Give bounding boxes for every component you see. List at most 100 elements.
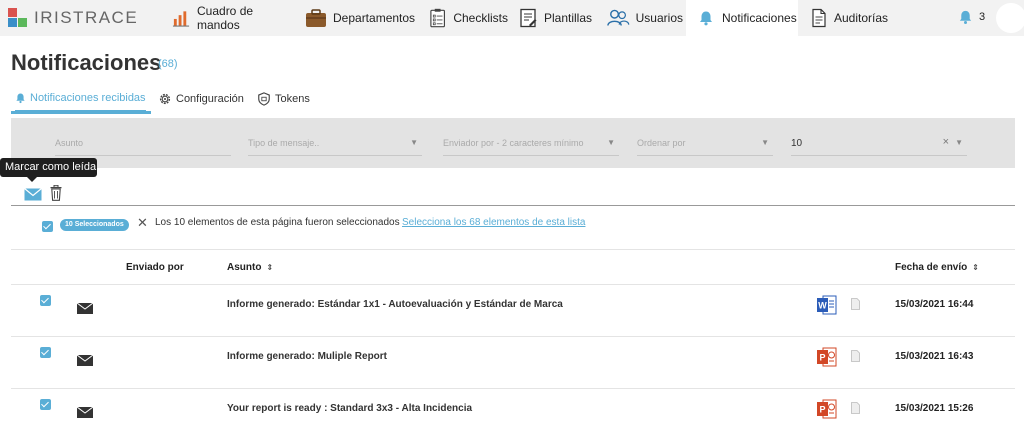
attachment-icon[interactable] <box>851 350 860 362</box>
row-subject: Informe generado: Estándar 1x1 - Autoeva… <box>227 299 563 310</box>
envelope-icon <box>77 407 93 418</box>
row-date: 15/03/2021 16:43 <box>895 351 974 362</box>
page-title: Notificaciones <box>11 50 162 75</box>
order-by-placeholder: Ordenar por <box>637 138 686 148</box>
bell-icon <box>959 10 972 24</box>
filter-bar: Asunto Tipo de mensaje.. ▼ Enviador por … <box>11 118 1015 168</box>
sort-icon[interactable]: ⇕ <box>266 263 273 272</box>
page-size-value: 10 <box>791 138 803 149</box>
subject-filter-input[interactable]: Asunto <box>55 130 231 156</box>
table-row[interactable]: Informe generado: Muliple Report P 15/03… <box>11 336 1015 388</box>
nav-item-label: Cuadro de mandos <box>197 4 254 32</box>
nav-item-label: Auditorías <box>834 11 889 25</box>
attachment-icon[interactable] <box>851 298 860 310</box>
chevron-down-icon: ▼ <box>410 138 418 147</box>
notification-count: 3 <box>979 11 986 23</box>
column-header-label: Enviado por <box>126 262 184 273</box>
row-checkbox[interactable] <box>40 399 51 410</box>
bell-icon <box>700 11 712 26</box>
avatar[interactable] <box>996 3 1024 33</box>
nav-item-label: Plantillas <box>544 11 593 25</box>
order-by-select[interactable]: Ordenar por ▼ <box>637 130 773 156</box>
attachment-icon[interactable] <box>851 402 860 414</box>
row-subject: Informe generado: Muliple Report <box>227 351 388 362</box>
chevron-down-icon: ▼ <box>607 138 615 147</box>
template-icon <box>520 8 537 28</box>
word-file-icon[interactable]: W <box>817 294 837 316</box>
nav-item-auditorias[interactable]: Auditorías <box>806 0 896 36</box>
row-subject: Your report is ready : Standard 3x3 - Al… <box>227 403 473 414</box>
tab-label: Configuración <box>176 93 244 105</box>
bell-icon <box>16 93 25 104</box>
page-count: (68) <box>158 58 178 70</box>
message-type-select[interactable]: Tipo de mensaje.. ▼ <box>248 130 422 156</box>
tab-label: Notificaciones recibidas <box>30 92 146 104</box>
nav-item-label: Usuarios <box>635 11 683 25</box>
selection-message: Los 10 elementos de esta página fueron s… <box>155 217 400 228</box>
sender-filter-placeholder: Enviador por - 2 caracteres mínimo <box>443 138 584 148</box>
logo-text: IRISTRACE <box>34 8 139 27</box>
column-header-subject[interactable]: Asunto ⇕ <box>227 262 273 273</box>
active-tab-indicator <box>11 111 151 114</box>
nav-item-checklists[interactable]: Checklists <box>424 0 508 36</box>
tooltip: Marcar como leída <box>0 158 97 177</box>
users-icon <box>607 9 630 26</box>
row-date: 15/03/2021 15:26 <box>895 403 974 414</box>
nav-item-label: Departamentos <box>333 11 416 25</box>
message-type-placeholder: Tipo de mensaje.. <box>248 138 320 148</box>
briefcase-icon <box>306 9 326 27</box>
column-header-sender: Enviado por <box>126 262 184 273</box>
nav-item-cuadro-de-mandos[interactable]: Cuadro de mandos <box>166 0 294 36</box>
nav-item-label: Checklists <box>453 11 508 25</box>
divider <box>11 249 1015 250</box>
powerpoint-file-icon[interactable]: P <box>817 346 837 368</box>
envelope-icon <box>77 303 93 314</box>
tab-label: Tokens <box>275 93 310 105</box>
sender-filter-select[interactable]: Enviador por - 2 caracteres mínimo ▼ <box>443 130 619 156</box>
row-checkbox[interactable] <box>40 347 51 358</box>
subject-filter-placeholder: Asunto <box>55 138 84 148</box>
svg-text:W: W <box>818 301 827 311</box>
nav-item-departamentos[interactable]: Departamentos <box>300 0 416 36</box>
logo[interactable]: IRISTRACE <box>8 7 138 29</box>
chevron-down-icon: ▼ <box>955 138 963 147</box>
top-navbar: IRISTRACE Cuadro de mandos Departamentos <box>0 0 1024 36</box>
notifications-button[interactable]: 3 <box>958 9 985 25</box>
divider <box>11 205 1015 206</box>
select-all-checkbox[interactable] <box>42 221 53 232</box>
selected-count-badge: 10 Seleccionados <box>60 219 129 231</box>
table-row[interactable]: Your report is ready : Standard 3x3 - Al… <box>11 388 1015 440</box>
gear-icon <box>159 93 171 105</box>
close-icon[interactable]: ✕ <box>137 215 148 231</box>
nav-item-usuarios[interactable]: Usuarios <box>603 0 683 36</box>
trash-icon[interactable] <box>50 185 62 201</box>
checklist-icon <box>430 8 445 28</box>
tab-tokens[interactable]: Tokens <box>257 86 310 112</box>
svg-text:P: P <box>819 353 825 363</box>
column-header-date[interactable]: Fecha de envío ⇕ <box>895 262 979 273</box>
sort-icon[interactable]: ⇕ <box>972 263 979 272</box>
nav-item-plantillas[interactable]: Plantillas <box>514 0 596 36</box>
tab-configuracion[interactable]: Configuración <box>158 86 244 112</box>
mark-as-read-icon[interactable] <box>24 188 42 201</box>
powerpoint-file-icon[interactable]: P <box>817 398 837 420</box>
column-header-label: Fecha de envío <box>895 262 968 273</box>
envelope-icon <box>77 355 93 366</box>
column-header-label: Asunto <box>227 262 262 273</box>
bar-chart-icon <box>172 11 190 27</box>
table-row[interactable]: Informe generado: Estándar 1x1 - Autoeva… <box>11 284 1015 336</box>
logo-mark-icon <box>8 8 28 28</box>
row-checkbox[interactable] <box>40 295 51 306</box>
tab-notificaciones-recibidas[interactable]: Notificaciones recibidas <box>15 86 146 112</box>
document-icon <box>812 8 826 28</box>
select-all-link[interactable]: Selecciona los 68 elementos de esta list… <box>402 217 585 228</box>
shield-icon <box>258 92 270 106</box>
nav-item-label: Notificaciones <box>722 11 797 25</box>
page-size-select[interactable]: 10 × ▼ <box>791 130 967 156</box>
tooltip-arrow <box>27 177 37 182</box>
nav-item-notificaciones[interactable]: Notificaciones <box>686 0 798 36</box>
chevron-down-icon: ▼ <box>761 138 769 147</box>
row-date: 15/03/2021 16:44 <box>895 299 974 310</box>
clear-icon[interactable]: × <box>943 136 949 148</box>
svg-text:P: P <box>819 405 825 415</box>
